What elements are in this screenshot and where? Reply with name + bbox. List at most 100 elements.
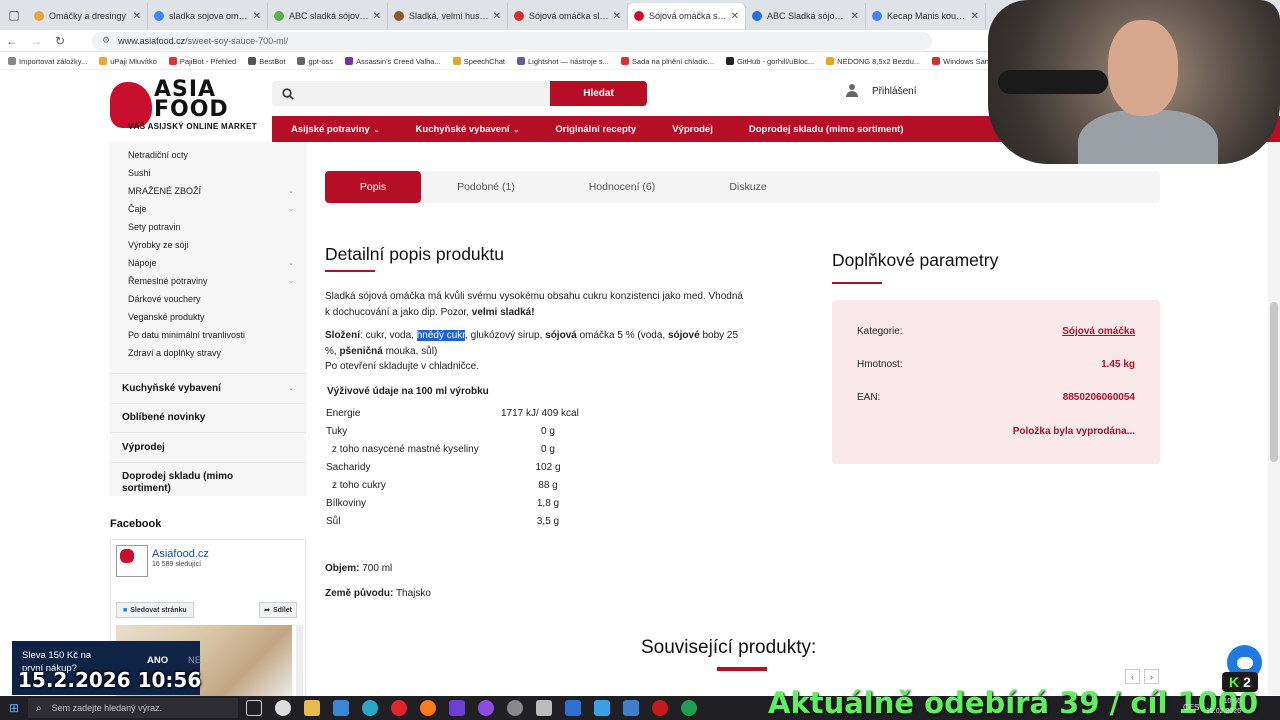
site-info-icon[interactable]: ⚙: [102, 35, 110, 46]
product-tab[interactable]: Podobné (1): [421, 171, 551, 203]
tab-close-icon[interactable]: ✕: [253, 11, 261, 22]
tab-close-icon[interactable]: ✕: [133, 11, 141, 22]
product-tab[interactable]: Diskuze: [693, 171, 803, 203]
chevron-down-icon[interactable]: ⌄: [288, 205, 294, 213]
sidebar-subitem[interactable]: Veganské produkty: [110, 308, 306, 326]
search-input[interactable]: [304, 87, 524, 100]
back-icon[interactable]: ←: [0, 34, 24, 48]
chevron-down-icon[interactable]: ⌄: [288, 259, 294, 267]
browser-tab[interactable]: sladka sojova omacka - H ✕: [148, 3, 268, 29]
page-scrollbar-thumb[interactable]: [1270, 302, 1278, 462]
tab-close-icon[interactable]: ✕: [373, 11, 381, 22]
carousel-prev-button[interactable]: ‹: [1125, 669, 1140, 684]
product-tab[interactable]: Popis: [325, 171, 421, 203]
app-green-icon[interactable]: [681, 700, 697, 716]
sidebar-subitem[interactable]: Výrobky ze sóji: [110, 236, 306, 254]
sidebar-category[interactable]: Kuchyňské vybavení ⌄: [110, 373, 306, 403]
sidebar-subitem[interactable]: Dárkové vouchery: [110, 290, 306, 308]
chevron-down-icon[interactable]: ⌄: [288, 187, 294, 195]
sidebar-category[interactable]: Doprodej skladu (mimo sortiment): [110, 461, 306, 504]
nav-item[interactable]: Originální recepty: [555, 124, 636, 135]
nav-item[interactable]: Asijské potraviny ⌄: [291, 124, 380, 135]
sidebar-subitem[interactable]: Sushi: [110, 164, 306, 182]
tab-close-icon[interactable]: ✕: [971, 11, 979, 22]
browser-tab[interactable]: Sójová omáčka sladká 70 ✕: [628, 3, 746, 29]
asiafood-logo[interactable]: ASIA FOOD VÁŠ ASIJSKÝ ONLINE MARKET: [110, 78, 257, 134]
app-mail-icon[interactable]: [623, 700, 639, 716]
page-scrollbar[interactable]: [1268, 142, 1280, 695]
param-category-link[interactable]: Sójová omáčka: [1062, 326, 1135, 340]
bookmark-item[interactable]: NEDONG 8,5x2 Bezdu...: [826, 57, 920, 66]
login-link[interactable]: Přihlášení: [846, 84, 916, 98]
edge-icon[interactable]: [362, 700, 378, 716]
forward-icon[interactable]: →: [24, 34, 48, 48]
sidebar-category[interactable]: Výprodej: [110, 432, 306, 462]
browser-tab[interactable]: ABC sladká sójová omác ✕: [268, 3, 388, 29]
bookmark-item[interactable]: Assassin's Creed Valha...: [345, 57, 441, 66]
product-tab[interactable]: Hodnocení (6): [551, 171, 693, 203]
sidebar-subitem[interactable]: Sety potravin: [110, 218, 306, 236]
bookmark-item[interactable]: PajiBot - Přehled: [168, 57, 236, 66]
file-explorer-icon[interactable]: [304, 700, 320, 716]
browser-tab[interactable]: Sladká, velmi hustá sójov ✕: [388, 3, 508, 29]
facebook-page-name[interactable]: Asiafood.cz: [152, 548, 209, 560]
reload-icon[interactable]: ↻: [48, 34, 72, 48]
bookmark-item[interactable]: Lightshot — nástroje s...: [517, 57, 609, 66]
facebook-page-avatar[interactable]: [116, 545, 148, 577]
sidebar-subitem[interactable]: Řemeslné potraviny ⌄: [110, 272, 306, 290]
carousel-next-button[interactable]: ›: [1144, 669, 1159, 684]
sidebar-subitem[interactable]: MRAŽENÉ ZBOŽÍ ⌄: [110, 182, 306, 200]
app-violet-icon[interactable]: [478, 700, 494, 716]
sidebar-subitem[interactable]: Zdraví a doplňky stravy: [110, 344, 306, 362]
bookmark-item[interactable]: BestBot: [248, 57, 285, 66]
selected-text[interactable]: hnědý cukr: [416, 330, 466, 341]
browser-tab[interactable]: Kecap Manis koupit v češ ✕: [866, 3, 986, 29]
promo-no-button[interactable]: NE: [188, 655, 201, 666]
bookmark-item[interactable]: uPaji Mluvítko: [99, 57, 157, 66]
bookmark-item[interactable]: Importovat záložky...: [8, 57, 87, 66]
tab-close-icon[interactable]: ✕: [731, 11, 739, 22]
nav-item[interactable]: Doprodej skladu (mimo sortiment): [749, 124, 904, 135]
chevron-down-icon[interactable]: ⌄: [288, 277, 294, 285]
sidebar-subitem[interactable]: Po datu minimální trvanlivosti: [110, 326, 306, 344]
bookmark-item[interactable]: SpeechChat: [452, 57, 505, 66]
app-gray-icon[interactable]: [507, 700, 523, 716]
nav-item[interactable]: Kuchyňské vybavení ⌄: [416, 124, 520, 135]
taskbar-clock[interactable]: 10:56 15.02.2026: [1206, 697, 1241, 717]
facebook-follow-button[interactable]: ■ Sledovat stránku: [116, 602, 194, 618]
facebook-widget-scrollbar[interactable]: [296, 625, 303, 697]
tab-close-icon[interactable]: ✕: [493, 11, 501, 22]
chevron-down-icon[interactable]: ⌄: [288, 384, 294, 392]
sidebar-subitem[interactable]: Čaje ⌄: [110, 200, 306, 218]
windows-start-icon[interactable]: ⊞: [0, 701, 28, 715]
browser-tab[interactable]: ABC Sladká sójová omáč ✕: [746, 3, 866, 29]
promo-yes-button[interactable]: ANO: [147, 655, 168, 666]
url-field[interactable]: ⚙ www.asiafood.cz/sweet-soy-sauce-700-ml…: [92, 31, 932, 50]
app-purple-icon[interactable]: [449, 700, 465, 716]
app-chat-icon[interactable]: [536, 700, 552, 716]
bookmark-item[interactable]: GitHub - gorhill/uBloc...: [726, 57, 814, 66]
app-sky-icon[interactable]: [594, 700, 610, 716]
bookmark-item[interactable]: Sada na plnění chladic...: [620, 57, 714, 66]
taskbar-search[interactable]: ⌕ Sem zadejte hledaný výraz.: [28, 698, 238, 718]
app-red-icon[interactable]: [652, 700, 668, 716]
opera-icon[interactable]: [391, 700, 407, 716]
bookmark-item[interactable]: gpt-oss: [297, 57, 333, 66]
facebook-share-button[interactable]: ➦ Sdílet: [259, 602, 297, 618]
browser-tab[interactable]: Sójová omáčka sladká | V ✕: [508, 3, 628, 29]
tab-close-icon[interactable]: ✕: [613, 11, 621, 22]
sidebar-subitem[interactable]: Netradiční octy: [110, 146, 306, 164]
sidebar-subitem[interactable]: Nápoje ⌄: [110, 254, 306, 272]
tab-list-menu-icon[interactable]: ▢: [0, 0, 28, 30]
sidebar-category[interactable]: Oblíbené novinky: [110, 402, 306, 433]
app-blue-icon[interactable]: [565, 700, 581, 716]
store-icon[interactable]: [333, 700, 349, 716]
keyboard-language[interactable]: CES: [1183, 703, 1199, 712]
task-view-icon[interactable]: [246, 700, 262, 716]
browser-tab[interactable]: Omáčky a dresingy ✕: [28, 3, 148, 29]
obs-icon[interactable]: [275, 700, 291, 716]
nav-item[interactable]: Výprodej: [672, 124, 713, 135]
search-button[interactable]: Hledat: [550, 81, 647, 106]
tab-close-icon[interactable]: ✕: [851, 11, 859, 22]
firefox-icon[interactable]: [420, 700, 436, 716]
